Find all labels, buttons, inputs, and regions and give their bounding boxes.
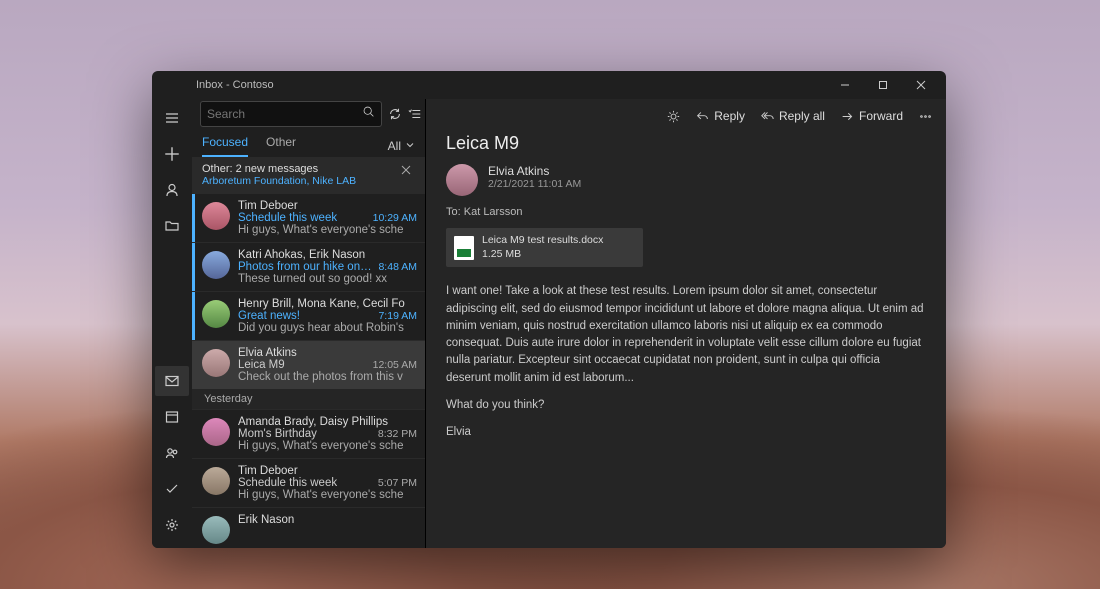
message-item[interactable]: Henry Brill, Mona Kane, Cecil Fo Great n… — [192, 291, 425, 340]
titlebar: Inbox - Contoso — [152, 71, 946, 99]
message-sender: Tim Deboer — [238, 465, 298, 477]
folders-button[interactable] — [155, 211, 189, 241]
message-preview: These turned out so good! xx — [238, 273, 417, 285]
attachment-name: Leica M9 test results.docx — [482, 234, 603, 248]
sender-avatar — [446, 164, 478, 196]
message-subject: Leica M9 — [238, 359, 285, 371]
reply-all-label: Reply all — [779, 109, 825, 123]
avatar — [202, 300, 230, 328]
mail-to: To: Kat Larsson — [446, 206, 926, 218]
sunny-icon-button[interactable] — [667, 110, 680, 123]
avatar — [202, 418, 230, 446]
accounts-button[interactable] — [155, 175, 189, 205]
reply-label: Reply — [714, 109, 745, 123]
message-preview: Hi guys, What's everyone's sche — [238, 489, 417, 501]
forward-button[interactable]: Forward — [841, 109, 903, 123]
message-sender: Elvia Atkins — [238, 347, 297, 359]
message-preview: Hi guys, What's everyone's sche — [238, 440, 417, 452]
close-button[interactable] — [904, 75, 938, 95]
message-sender: Erik Nason — [238, 514, 294, 526]
message-list: Tim Deboer Schedule this week 10:29 AM Hi… — [192, 193, 425, 548]
hamburger-menu-button[interactable] — [155, 103, 189, 133]
nav-rail — [152, 99, 192, 548]
selection-mode-button[interactable] — [408, 103, 422, 125]
maximize-button[interactable] — [866, 75, 900, 95]
avatar — [202, 516, 230, 544]
message-item[interactable]: Tim Deboer Schedule this week 10:29 AM Hi… — [192, 193, 425, 242]
filter-dropdown[interactable]: All — [388, 139, 415, 153]
mail-app-window: Inbox - Contoso — [152, 71, 946, 548]
chevron-down-icon — [405, 139, 415, 153]
forward-label: Forward — [859, 109, 903, 123]
minimize-button[interactable] — [828, 75, 862, 95]
filter-label: All — [388, 139, 401, 153]
excel-file-icon — [454, 236, 474, 260]
other-inbox-banner[interactable]: Other: 2 new messages Arboretum Foundati… — [192, 157, 425, 193]
message-subject: Great news! — [238, 310, 300, 322]
avatar — [202, 202, 230, 230]
message-list-pane: Focused Other All Other: 2 new messages … — [192, 99, 426, 548]
message-preview: Check out the photos from this v — [238, 371, 417, 383]
message-subject: Schedule this week — [238, 477, 337, 489]
message-item[interactable]: Elvia Atkins Leica M9 12:05 AM Check out … — [192, 340, 425, 389]
calendar-nav-button[interactable] — [155, 402, 189, 432]
mail-from-name: Elvia Atkins — [488, 164, 581, 178]
message-item[interactable]: Erik Nason — [192, 507, 425, 548]
message-time: 10:29 AM — [373, 212, 417, 224]
message-sender: Amanda Brady, Daisy Phillips — [238, 416, 388, 428]
tab-other[interactable]: Other — [266, 135, 296, 157]
other-banner-title: Other: 2 new messages — [202, 163, 356, 175]
avatar — [202, 467, 230, 495]
message-item[interactable]: Katri Ahokas, Erik Nason Photos from our… — [192, 242, 425, 291]
message-sender: Tim Deboer — [238, 200, 298, 212]
message-time: 12:05 AM — [373, 359, 417, 371]
reading-toolbar: Reply Reply all Forward — [426, 99, 946, 133]
message-item[interactable]: Amanda Brady, Daisy Phillips Mom's Birth… — [192, 409, 425, 458]
sync-button[interactable] — [388, 103, 402, 125]
window-title: Inbox - Contoso — [196, 79, 274, 91]
attachment-size: 1.25 MB — [482, 248, 603, 262]
compose-button[interactable] — [155, 139, 189, 169]
people-nav-button[interactable] — [155, 438, 189, 468]
search-icon — [362, 105, 375, 123]
mail-subject: Leica M9 — [446, 133, 926, 154]
mail-date: 2/21/2021 11:01 AM — [488, 178, 581, 190]
attachment[interactable]: Leica M9 test results.docx 1.25 MB — [446, 228, 643, 267]
message-time: 7:19 AM — [378, 310, 417, 322]
message-time: 8:48 AM — [378, 261, 417, 273]
tab-focused[interactable]: Focused — [202, 135, 248, 157]
message-time: 5:07 PM — [378, 477, 417, 489]
todo-nav-button[interactable] — [155, 474, 189, 504]
avatar — [202, 251, 230, 279]
message-preview: Did you guys hear about Robin's — [238, 322, 417, 334]
message-subject: Mom's Birthday — [238, 428, 317, 440]
message-subject: Schedule this week — [238, 212, 337, 224]
search-box[interactable] — [200, 101, 382, 127]
reading-pane: Reply Reply all Forward Leica M9 Elvia A… — [426, 99, 946, 548]
settings-nav-button[interactable] — [155, 510, 189, 540]
more-actions-button[interactable] — [919, 110, 932, 123]
message-subject: Photos from our hike on Maple — [238, 261, 372, 273]
other-banner-senders: Arboretum Foundation, Nike LAB — [202, 175, 356, 187]
message-time: 8:32 PM — [378, 428, 417, 440]
reply-button[interactable]: Reply — [696, 109, 745, 123]
avatar — [202, 349, 230, 377]
dismiss-other-banner[interactable] — [397, 163, 415, 180]
message-sender: Katri Ahokas, Erik Nason — [238, 249, 365, 261]
mail-nav-button[interactable] — [155, 366, 189, 396]
message-item[interactable]: Tim Deboer Schedule this week 5:07 PM Hi … — [192, 458, 425, 507]
message-sender: Henry Brill, Mona Kane, Cecil Fo — [238, 298, 405, 310]
mail-body: I want one! Take a look at these test re… — [446, 283, 926, 441]
message-preview: Hi guys, What's everyone's sche — [238, 224, 417, 236]
date-header: Yesterday — [192, 389, 425, 409]
reply-all-button[interactable]: Reply all — [761, 109, 825, 123]
search-input[interactable] — [207, 107, 362, 121]
